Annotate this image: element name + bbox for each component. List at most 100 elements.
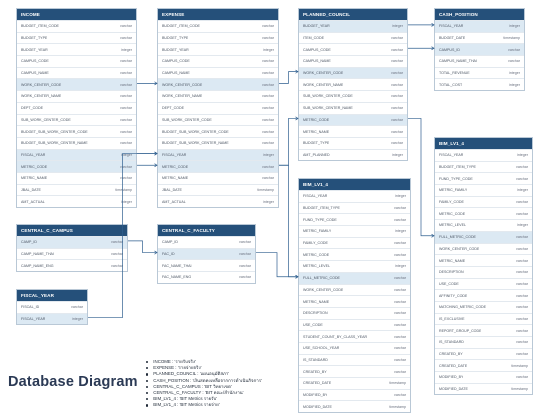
column-type: varchar [516,305,528,310]
column-name: WORK_CENTER_NAME [162,94,203,99]
column-name: FISCAL_YEAR [439,153,464,158]
table-row: WORK_CENTER_CODE varchar [299,283,410,296]
column-name: CAMPUS_ID [439,47,460,52]
column-type: varchar [391,36,403,41]
column-type: timestamp [511,387,528,392]
column-type: varchar [394,287,406,292]
table-row: CAMPUS_CODE varchar [299,43,407,55]
column-type: varchar [120,36,132,41]
column-name: FISCAL_YEAR [303,194,328,199]
column-name: METRIC_LEVEL [303,264,330,269]
table-row: WORK_CENTER_NAME varchar [17,90,136,102]
column-name: CAMPUS_CODE [162,59,190,64]
table-planned[interactable]: PLANNED_COUNCIL BUDGET_YEAR integer ITEM_CO… [298,8,408,162]
column-type: varchar [516,293,528,298]
table-row: AFFINITY_CODE varchar [435,289,532,301]
column-type: varchar [262,106,274,111]
column-type: varchar [394,276,406,281]
column-name: REPORT_GROUP_CODE [439,328,482,333]
table-row: WORK_CENTER_CODE varchar [17,78,136,91]
table-header: CENTRAL_C_CAMPUS [17,225,127,236]
table-bim4[interactable]: BIM_LV1_4 FISCAL_YEAR integer BUDGET_ITEM_T… [298,178,411,414]
column-type: integer [121,152,132,157]
column-type: varchar [111,263,123,268]
column-name: CREATED_DATE [439,363,468,368]
column-name: CAMPUS_CODE [303,47,331,52]
column-type: varchar [394,322,406,327]
table-fiscal[interactable]: FISCAL_YEAR FISCAL_ID varchar FISCAL_YEAR in… [16,289,88,326]
column-type: integer [517,188,528,193]
table-row: WORK_CENTER_NAME varchar [299,78,407,90]
table-row: USE_CODE varchar [435,277,532,290]
column-name: METRIC_FAMILY [303,229,332,234]
table-row: TOTAL_COST integer [435,78,524,90]
column-name: FISCAL_YEAR [439,24,464,29]
column-name: BUDGET_SUB_WORK_CENTER_CODE [162,129,229,134]
table-cash[interactable]: CASH_POSITION FISCAL_YEAR integer BUDGET_DA… [434,8,525,92]
column-name: BUDGET_YEAR [162,47,189,52]
column-type: varchar [262,82,274,87]
table-row: BUDGET_SUB_WORK_CENTER_NAME varchar [158,136,278,149]
column-type: varchar [391,106,403,111]
column-name: ITEM_CODE [303,36,324,41]
column-name: DEPT_CODE [21,106,43,111]
table-row: FULL_METRIC_CODE varchar [435,230,532,243]
table-row: DEPT_CODE varchar [17,101,136,114]
column-type: varchar [262,59,274,64]
column-name: METRIC_LEVEL [439,223,466,228]
database-diagram: INCOME BUDGET_ITEM_CODE varchar BUDGET_TYPE… [0,0,533,419]
table-header: CASH_POSITION [435,9,524,20]
column-name: BUDGET_DATE [439,36,466,41]
column-type: varchar [120,164,132,169]
column-type: varchar [262,94,274,99]
table-row: BUDGET_DATE timestamp [435,31,524,44]
table-campus[interactable]: CENTRAL_C_CAMPUS CAMP_ID varchar CAMP_NAME_… [16,224,128,273]
table-row: FAMILY_CODE varchar [299,236,410,249]
column-name: METRIC_NAME [21,176,48,181]
column-name: BUDGET_YEAR [21,47,48,52]
column-type: varchar [239,263,251,268]
table-row: AMT_ACTUAL integer [158,195,278,207]
table-bim3[interactable]: BIM_LV1_4 FISCAL_YEAR integer BUDGET_ITEM_T… [434,137,533,396]
column-name: FAMILY_CODE [303,241,328,246]
table-income[interactable]: INCOME BUDGET_ITEM_CODE varchar BUDGET_TYPE… [16,8,137,208]
column-name: BUDGET_TYPE [162,36,189,41]
column-name: MODIFIED_DATE [303,404,332,409]
column-name: CAMPUS_NAME_THAI [439,59,477,64]
column-name: CAMPUS_NAME [21,71,49,76]
table-row: IS_EXCLUSIVE varchar [435,312,532,325]
table-expense[interactable]: EXPENSE BUDGET_ITEM_CODE varchar BUDGET_TYP… [157,8,279,208]
table-row: SUB_WORK_CENTER_CODE varchar [17,113,136,126]
column-name: TOTAL_COST [439,82,463,87]
column-type: varchar [516,176,528,181]
column-name: METRIC_CODE [303,252,330,257]
column-type: varchar [508,47,520,52]
table-row: BUDGET_SUB_WORK_CENTER_NAME varchar [17,136,136,149]
column-name: AMT_ACTUAL [21,199,45,204]
table-header: EXPENSE [158,9,278,20]
table-row: METRIC_NAME varchar [299,125,407,137]
column-type: varchar [391,117,403,122]
table-row: CAMPUS_ID varchar [435,43,524,56]
column-type: varchar [516,270,528,275]
column-name: USE_SCHOOL_YEAR [303,346,340,351]
table-row: WORK_CENTER_CODE varchar [158,78,278,91]
column-type: integer [395,229,406,234]
table-row: BUDGET_ITEM_CODE varchar [158,20,278,32]
column-name: BUDGET_ITEM_TYPE [303,206,340,211]
column-type: varchar [516,235,528,240]
table-row: BUDGET_TYPE varchar [158,31,278,44]
column-name: WORK_CENTER_CODE [162,82,203,87]
column-type: varchar [516,246,528,251]
table-row: BUDGET_ITEM_CODE varchar [17,20,136,32]
table-row: MODIFIED_DATE timestamp [299,400,410,412]
column-type: varchar [394,299,406,304]
table-row: CAMP_NAME_THAI varchar [17,247,127,260]
column-type: varchar [394,206,406,211]
column-name: SUB_WORK_CENTER_CODE [21,117,71,122]
table-row: METRIC_CODE varchar [435,207,532,219]
column-type: varchar [239,275,251,280]
column-type: integer [263,47,274,52]
column-type: varchar [120,106,132,111]
table-faculty[interactable]: CENTRAL_C_FACULTY CAMP_ID varchar FAC_ID var… [157,224,256,284]
